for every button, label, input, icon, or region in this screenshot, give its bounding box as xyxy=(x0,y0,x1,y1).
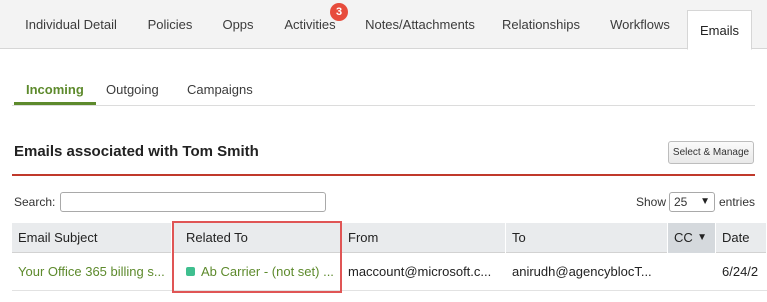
column-header-cc[interactable]: CC ▼ xyxy=(668,223,716,253)
subtab-outgoing[interactable]: Outgoing xyxy=(96,78,169,105)
date-cell: 6/24/2 xyxy=(722,264,759,279)
section-title: Emails associated with Tom Smith xyxy=(14,143,259,160)
entries-select[interactable]: 25 ▼ xyxy=(669,192,715,212)
column-header-email-subject[interactable]: Email Subject xyxy=(12,223,172,253)
column-header-from[interactable]: From xyxy=(342,223,506,253)
search-input[interactable] xyxy=(60,192,326,212)
sort-desc-icon: ▼ xyxy=(697,232,707,243)
entries-label: entries xyxy=(719,195,756,209)
tab-emails[interactable]: Emails xyxy=(687,10,752,50)
chevron-down-icon: ▼ xyxy=(700,196,710,207)
search-label: Search: xyxy=(14,195,56,209)
show-label: Show xyxy=(636,195,667,209)
subtab-campaigns[interactable]: Campaigns xyxy=(177,78,263,105)
tab-label: Relationships xyxy=(501,17,581,32)
column-header-label: To xyxy=(512,230,526,245)
column-header-label: Date xyxy=(722,230,750,245)
column-header-related-to[interactable]: Related To xyxy=(180,223,342,253)
tab-label: Notes/Attachments xyxy=(365,17,475,32)
column-header-to[interactable]: To xyxy=(506,223,668,253)
from-cell: maccount@microsoft.c... xyxy=(348,264,492,279)
select-manage-button[interactable]: Select & Manage xyxy=(668,141,754,164)
column-header-label: CC xyxy=(674,230,693,245)
tab-label: Policies xyxy=(147,17,193,32)
tab-policies[interactable]: Policies xyxy=(134,0,206,49)
tab-label: Workflows xyxy=(610,17,670,32)
section-divider xyxy=(12,174,755,176)
related-to-link[interactable]: Ab Carrier - (not set) ... xyxy=(201,264,334,279)
tab-individual-detail[interactable]: Individual Detail xyxy=(12,0,130,49)
table-row: Your Office 365 billing s... Ab Carrier … xyxy=(12,253,767,291)
cc-cell xyxy=(668,253,716,291)
related-to-cell[interactable]: Ab Carrier - (not set) ... xyxy=(180,253,340,291)
tab-label: Activities xyxy=(284,17,336,32)
top-tab-bar: Individual Detail Policies Opps Activiti… xyxy=(0,0,767,50)
activities-count-badge: 3 xyxy=(330,3,348,21)
email-subject-link[interactable]: Your Office 365 billing s... xyxy=(12,253,174,291)
tab-label: Individual Detail xyxy=(25,17,117,32)
subtab-label: Outgoing xyxy=(106,82,159,97)
subtab-divider xyxy=(12,105,755,106)
tab-workflows[interactable]: Workflows xyxy=(596,0,684,49)
column-header-date[interactable]: Date xyxy=(716,223,767,253)
to-cell: anirudh@agencyblocT... xyxy=(512,264,652,279)
subtab-label: Incoming xyxy=(26,82,84,97)
subtab-incoming[interactable]: Incoming xyxy=(14,78,96,105)
related-record-icon xyxy=(186,267,195,277)
entries-select-value: 25 xyxy=(674,195,688,209)
tab-label: Opps xyxy=(222,17,254,32)
tab-opps[interactable]: Opps xyxy=(210,0,266,49)
subtab-label: Campaigns xyxy=(187,82,253,97)
column-header-label: From xyxy=(348,230,379,245)
table-header: Email Subject Related To From To CC ▼ Dat… xyxy=(12,223,767,253)
column-header-label: Related To xyxy=(186,230,248,245)
column-header-label: Email Subject xyxy=(18,230,98,245)
tab-notes-attachments[interactable]: Notes/Attachments xyxy=(354,0,486,49)
tab-label: Emails xyxy=(699,23,739,38)
tab-relationships[interactable]: Relationships xyxy=(490,0,592,49)
